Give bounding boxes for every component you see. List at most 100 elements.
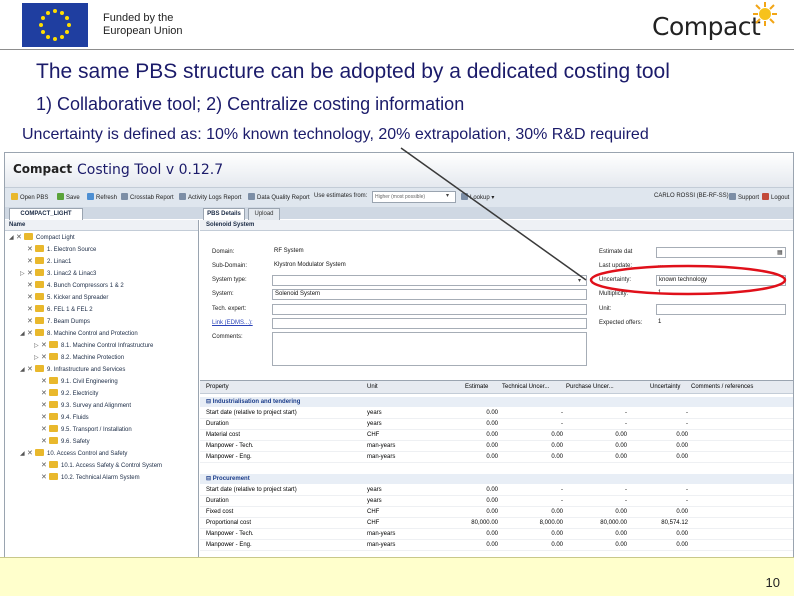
close-icon[interactable]: ✕ bbox=[27, 256, 35, 268]
crosstab-report-button[interactable]: Crosstab Report bbox=[121, 193, 174, 201]
grid-section-header[interactable]: ⊟ Procurement bbox=[200, 474, 793, 484]
table-row[interactable]: Start date (relative to project start) ye… bbox=[200, 485, 793, 496]
close-icon[interactable]: ✕ bbox=[41, 352, 49, 364]
estimate-date-input[interactable] bbox=[656, 247, 786, 258]
table-row[interactable]: Manpower - Eng. man-years 0.00 0.00 0.00 0.00 bbox=[200, 540, 793, 551]
close-icon[interactable]: ✕ bbox=[41, 472, 49, 484]
tree-item[interactable]: ✕ 10.1. Access Safety & Control System bbox=[41, 460, 162, 472]
tree-item[interactable]: ✕ 9.6. Safety bbox=[41, 436, 90, 448]
table-row[interactable]: Fixed cost CHF 0.00 0.00 0.00 0.00 bbox=[200, 507, 793, 518]
refresh-button[interactable]: Refresh bbox=[87, 193, 117, 201]
link-input[interactable] bbox=[272, 318, 587, 329]
expand-icon[interactable]: ◢ bbox=[20, 448, 27, 460]
tree-item[interactable]: ◢ ✕ 9. Infrastructure and Services bbox=[20, 364, 125, 376]
logout-button[interactable]: Logout bbox=[762, 193, 789, 201]
search-icon bbox=[461, 193, 468, 200]
table-row[interactable]: Manpower - Tech. man-years 0.00 0.00 0.00 0.0… bbox=[200, 529, 793, 540]
table-row[interactable]: Start date (relative to project start) ye… bbox=[200, 408, 793, 419]
close-icon[interactable]: ✕ bbox=[27, 316, 35, 328]
open-pbs-button[interactable]: Open PBS bbox=[11, 193, 48, 201]
table-row[interactable]: Manpower - Eng. man-years 0.00 0.00 0.00 0.00 bbox=[200, 452, 793, 463]
tree-item[interactable]: ✕ 9.5. Transport / Installation bbox=[41, 424, 132, 436]
tree-item[interactable]: ✕ 2. Linac1 bbox=[27, 256, 71, 268]
tab-upload[interactable]: Upload bbox=[248, 208, 280, 220]
tree-item[interactable]: ✕ 9.2. Electricity bbox=[41, 388, 98, 400]
close-icon[interactable]: ✕ bbox=[27, 304, 35, 316]
uncertainty-select[interactable]: known technology bbox=[656, 275, 786, 286]
table-row[interactable]: Proportional cost CHF 80,000.00 8,000.00 80,… bbox=[200, 518, 793, 529]
close-icon[interactable]: ✕ bbox=[27, 244, 35, 256]
table-row[interactable]: Manpower - Tech. man-years 0.00 0.00 0.00 0.0… bbox=[200, 441, 793, 452]
tree-item[interactable]: ✕ 9.3. Survey and Alignment bbox=[41, 400, 131, 412]
slide-footer: 10 bbox=[0, 557, 794, 596]
expand-icon[interactable]: ◢ bbox=[9, 232, 16, 244]
tree-item[interactable]: ◢ ✕ Compact Light bbox=[9, 232, 75, 244]
expected-offers-value[interactable]: 1 bbox=[656, 318, 784, 327]
tree-item[interactable]: ✕ 1. Electron Source bbox=[27, 244, 96, 256]
col-unit[interactable]: Unit bbox=[367, 384, 378, 390]
expand-icon[interactable]: ◢ bbox=[20, 364, 27, 376]
activity-logs-button[interactable]: Activity Logs Report bbox=[179, 193, 241, 201]
chevron-down-icon[interactable]: ▾ bbox=[578, 277, 581, 284]
tree-item[interactable]: ✕ 10.2. Technical Alarm System bbox=[41, 472, 140, 484]
save-button[interactable]: Save bbox=[57, 193, 80, 201]
techexpert-input[interactable] bbox=[272, 304, 587, 315]
col-comments[interactable]: Comments / references bbox=[691, 384, 753, 390]
tree-item[interactable]: ▷ ✕ 3. Linac2 & Linac3 bbox=[20, 268, 96, 280]
close-icon[interactable]: ✕ bbox=[27, 448, 35, 460]
table-row[interactable]: Duration years 0.00- - - bbox=[200, 496, 793, 507]
table-row[interactable]: Material cost CHF 0.00 0.00 0.00 0.00 bbox=[200, 430, 793, 441]
tree-item[interactable]: ▷ ✕ 8.2. Machine Protection bbox=[34, 352, 124, 364]
close-icon[interactable]: ✕ bbox=[27, 364, 35, 376]
close-icon[interactable]: ✕ bbox=[41, 412, 49, 424]
lookup-button[interactable]: Lookup ▾ bbox=[461, 193, 494, 201]
unit-input[interactable] bbox=[656, 304, 786, 315]
close-icon[interactable]: ✕ bbox=[41, 424, 49, 436]
chevron-right-icon[interactable]: ▷ bbox=[34, 352, 41, 364]
close-icon[interactable]: ✕ bbox=[41, 460, 49, 472]
chevron-down-icon[interactable]: ▾ bbox=[446, 192, 449, 199]
system-input[interactable]: Solenoid System bbox=[272, 289, 587, 300]
tree-item[interactable]: ✕ 9.1. Civil Engineering bbox=[41, 376, 118, 388]
close-icon[interactable]: ✕ bbox=[27, 280, 35, 292]
tree-item[interactable]: ✕ 9.4. Fluids bbox=[41, 412, 89, 424]
close-icon[interactable]: ✕ bbox=[41, 388, 49, 400]
col-uncertainty[interactable]: Uncertainty bbox=[650, 384, 680, 390]
tree-item[interactable]: ◢ ✕ 10. Access Control and Safety bbox=[20, 448, 127, 460]
table-row[interactable]: Duration years 0.00- - - bbox=[200, 419, 793, 430]
col-purchase-uncertainty[interactable]: Purchase Uncer... bbox=[566, 384, 614, 390]
col-estimate[interactable]: Estimate bbox=[465, 384, 488, 390]
close-icon[interactable]: ✕ bbox=[41, 436, 49, 448]
tab-compact-light[interactable]: COMPACT_LIGHT bbox=[9, 208, 83, 220]
support-button[interactable]: Support bbox=[729, 193, 759, 201]
tree-item[interactable]: ▷ ✕ 8.1. Machine Control Infrastructure bbox=[34, 340, 153, 352]
chevron-right-icon[interactable]: ▷ bbox=[34, 340, 41, 352]
grid-section-header[interactable]: ⊟ Industrialisation and tendering bbox=[200, 397, 793, 407]
comments-textarea[interactable] bbox=[272, 332, 587, 366]
data-quality-button[interactable]: Data Quality Report bbox=[248, 193, 310, 201]
close-icon[interactable]: ✕ bbox=[41, 400, 49, 412]
tree-item[interactable]: ◢ ✕ 8. Machine Control and Protection bbox=[20, 328, 138, 340]
close-icon[interactable]: ✕ bbox=[16, 232, 24, 244]
refresh-icon bbox=[87, 193, 94, 200]
expand-icon[interactable]: ◢ bbox=[20, 328, 27, 340]
tree-item[interactable]: ✕ 4. Bunch Compressors 1 & 2 bbox=[27, 280, 124, 292]
tree-item[interactable]: ✕ 6. FEL 1 & FEL 2 bbox=[27, 304, 93, 316]
col-technical-uncertainty[interactable]: Technical Uncer... bbox=[502, 384, 549, 390]
chevron-right-icon[interactable]: ▷ bbox=[20, 268, 27, 280]
close-icon[interactable]: ✕ bbox=[41, 376, 49, 388]
tree-item[interactable]: ✕ 5. Kicker and Spreader bbox=[27, 292, 108, 304]
systemtype-select[interactable] bbox=[272, 275, 587, 286]
close-icon[interactable]: ✕ bbox=[27, 292, 35, 304]
calendar-icon[interactable]: ▦ bbox=[777, 249, 783, 256]
col-property[interactable]: Property bbox=[206, 384, 229, 390]
close-icon[interactable]: ✕ bbox=[27, 328, 35, 340]
close-icon[interactable]: ✕ bbox=[41, 340, 49, 352]
multiplicity-value[interactable]: 1 bbox=[656, 289, 784, 298]
multiplicity-label: Multiplicity: bbox=[599, 291, 629, 297]
tree-item[interactable]: ✕ 7. Beam Dumps bbox=[27, 316, 90, 328]
edms-link[interactable]: Link (EDMS...): bbox=[212, 320, 253, 326]
close-icon[interactable]: ✕ bbox=[27, 268, 35, 280]
estimates-select[interactable]: Higher (most possible) bbox=[372, 191, 456, 203]
tab-pbs-details[interactable]: PBS Details bbox=[203, 208, 245, 220]
